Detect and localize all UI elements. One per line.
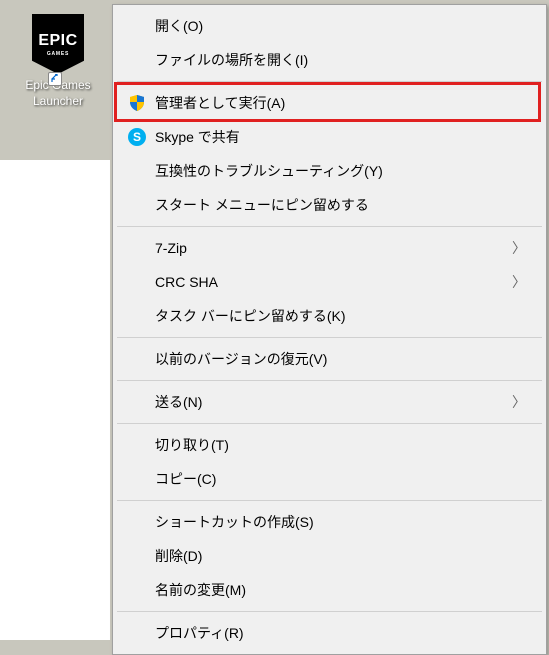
menu-item[interactable]: SSkype で共有	[115, 120, 544, 154]
menu-separator	[117, 226, 542, 227]
menu-item[interactable]: ファイルの場所を開く(I)	[115, 43, 544, 77]
menu-item-label: CRC SHA	[155, 274, 512, 290]
menu-separator	[117, 611, 542, 612]
menu-item[interactable]: 互換性のトラブルシューティング(Y)	[115, 154, 544, 188]
desktop-shortcut-epic-games[interactable]: EPIC GAMES Epic Games Launcher	[18, 14, 98, 109]
shield-icon	[119, 94, 155, 112]
menu-item-label: 名前の変更(M)	[155, 580, 526, 600]
menu-item[interactable]: 削除(D)	[115, 539, 544, 573]
menu-item-label: Skype で共有	[155, 127, 526, 147]
submenu-arrow-icon: 〉	[512, 392, 526, 412]
skype-icon: S	[119, 128, 155, 146]
menu-item-label: コピー(C)	[155, 469, 526, 489]
menu-item-label: 切り取り(T)	[155, 435, 526, 455]
menu-item-label: 削除(D)	[155, 546, 526, 566]
menu-item-label: ファイルの場所を開く(I)	[155, 50, 526, 70]
menu-item[interactable]: タスク バーにピン留めする(K)	[115, 299, 544, 333]
logo-text-sub: GAMES	[47, 51, 69, 57]
menu-item-label: 以前のバージョンの復元(V)	[155, 349, 526, 369]
submenu-arrow-icon: 〉	[512, 272, 526, 292]
menu-item[interactable]: 管理者として実行(A)	[115, 86, 544, 120]
menu-item[interactable]: 以前のバージョンの復元(V)	[115, 342, 544, 376]
menu-item-label: 送る(N)	[155, 392, 512, 412]
menu-item-label: 7-Zip	[155, 240, 512, 256]
menu-item-label: 管理者として実行(A)	[155, 93, 526, 113]
shortcut-overlay-icon	[48, 72, 62, 86]
menu-item[interactable]: 切り取り(T)	[115, 428, 544, 462]
submenu-arrow-icon: 〉	[512, 238, 526, 258]
menu-separator	[117, 500, 542, 501]
menu-separator	[117, 337, 542, 338]
menu-item[interactable]: 7-Zip〉	[115, 231, 544, 265]
menu-separator	[117, 380, 542, 381]
menu-item[interactable]: ショートカットの作成(S)	[115, 505, 544, 539]
menu-item[interactable]: 開く(O)	[115, 9, 544, 43]
menu-item[interactable]: 名前の変更(M)	[115, 573, 544, 607]
logo-text-main: EPIC	[38, 33, 77, 49]
epic-games-logo-icon: EPIC GAMES	[32, 14, 84, 74]
menu-item-label: ショートカットの作成(S)	[155, 512, 526, 532]
menu-item-label: スタート メニューにピン留めする	[155, 195, 526, 215]
context-menu: 開く(O)ファイルの場所を開く(I)管理者として実行(A)SSkype で共有互…	[112, 4, 547, 655]
menu-item[interactable]: CRC SHA〉	[115, 265, 544, 299]
menu-item[interactable]: 送る(N)〉	[115, 385, 544, 419]
background-panel	[0, 160, 110, 640]
menu-item-label: 開く(O)	[155, 16, 526, 36]
menu-item-label: タスク バーにピン留めする(K)	[155, 306, 526, 326]
menu-separator	[117, 81, 542, 82]
menu-separator	[117, 423, 542, 424]
menu-item-label: 互換性のトラブルシューティング(Y)	[155, 161, 526, 181]
menu-item[interactable]: コピー(C)	[115, 462, 544, 496]
menu-item[interactable]: プロパティ(R)	[115, 616, 544, 650]
menu-item[interactable]: スタート メニューにピン留めする	[115, 188, 544, 222]
menu-item-label: プロパティ(R)	[155, 623, 526, 643]
